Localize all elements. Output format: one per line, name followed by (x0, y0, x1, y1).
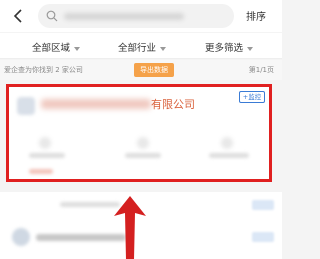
filter-more[interactable]: 更多筛选 (205, 40, 254, 54)
result-info-bar: 爱企查为你找到 2 家公司 导出数据 第1/1页 (0, 60, 282, 80)
company-card[interactable]: 有限公司 +监控 (6, 84, 272, 182)
redacted-field (137, 137, 149, 149)
company-name-redacted (41, 99, 151, 109)
monitor-button[interactable]: +监控 (239, 91, 265, 103)
company-logo (12, 228, 30, 246)
filter-industry-label: 全部行业 (118, 43, 157, 54)
redacted-field (209, 153, 249, 158)
search-icon (46, 10, 58, 22)
filter-region[interactable]: 全部区域 (32, 40, 81, 54)
company-name: 有限公司 (151, 98, 195, 111)
page-indicator: 第1/1页 (248, 66, 274, 74)
filter-region-label: 全部区域 (32, 43, 71, 54)
redacted-field (39, 137, 51, 149)
chevron-down-icon (160, 46, 167, 51)
chevron-down-icon (247, 46, 254, 51)
search-query-redacted (64, 13, 184, 20)
company-logo (17, 97, 35, 115)
back-arrow-icon[interactable] (10, 8, 26, 24)
filter-more-label: 更多筛选 (205, 43, 244, 54)
filter-bar: 全部区域 全部行业 更多筛选 (0, 33, 282, 59)
top-bar: 排序 (0, 0, 282, 32)
redacted-field (221, 137, 233, 149)
chevron-down-icon (74, 46, 81, 51)
redacted-field (29, 153, 65, 158)
redacted-tag (252, 200, 274, 210)
filter-industry[interactable]: 全部行业 (118, 40, 167, 54)
redacted-tag (29, 169, 53, 174)
search-input[interactable] (38, 4, 234, 28)
sort-button[interactable]: 排序 (246, 8, 266, 23)
result-count-text: 爱企查为你找到 2 家公司 (4, 66, 83, 74)
redacted-tag (252, 232, 274, 242)
red-arrow-annotation (114, 196, 146, 259)
redacted-field (125, 153, 161, 158)
export-data-button[interactable]: 导出数据 (134, 63, 174, 77)
